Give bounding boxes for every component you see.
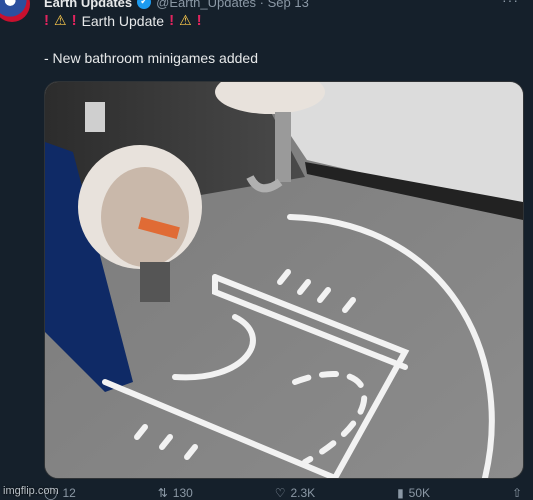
warning-sign-icon: ⚠ [179, 12, 192, 28]
views-count: 50K [408, 486, 431, 500]
share-icon: ⇧ [511, 486, 522, 500]
retweet-icon: ⇅ [157, 486, 168, 500]
views-chart-icon: ▮ [397, 486, 404, 500]
author-avatar[interactable] [0, 0, 30, 22]
headline-text: Earth Update [81, 12, 165, 29]
retweet-count: 130 [172, 486, 193, 500]
tweet-body-text: - New bathroom minigames added [44, 50, 258, 66]
author-handle-time[interactable]: @Earth_Updates · Sep 13 [156, 0, 309, 10]
tweet-action-bar: ◯ 12 ⇅ 130 ♡ 2.3K ▮ 50K ⇧ [44, 486, 522, 500]
tweet-headline: ! ⚠ ! Earth Update ! ⚠ ! [44, 12, 202, 29]
more-options-icon[interactable]: ··· [502, 0, 519, 8]
red-exclamation-icon: ! [169, 12, 175, 29]
like-button[interactable]: ♡ 2.3K [275, 486, 315, 500]
reply-count: 12 [62, 486, 76, 500]
retweet-button[interactable]: ⇅ 130 [158, 486, 193, 500]
verified-badge-icon: ✓ [137, 0, 152, 9]
author-name[interactable]: Earth Updates [44, 0, 132, 10]
red-exclamation-icon: ! [196, 12, 202, 29]
like-count: 2.3K [290, 486, 316, 500]
views-button[interactable]: ▮ 50K [397, 486, 430, 500]
tweet-header: Earth Updates ✓ @Earth_Updates · Sep 13 [44, 0, 309, 10]
warning-sign-icon: ⚠ [54, 12, 67, 28]
tweet-photo[interactable] [44, 81, 524, 479]
red-exclamation-icon: ! [44, 12, 49, 29]
imgflip-watermark: imgflip.com [3, 485, 59, 497]
heart-icon: ♡ [274, 486, 286, 500]
share-button[interactable]: ⇧ [512, 486, 522, 500]
red-exclamation-icon: ! [71, 12, 77, 29]
